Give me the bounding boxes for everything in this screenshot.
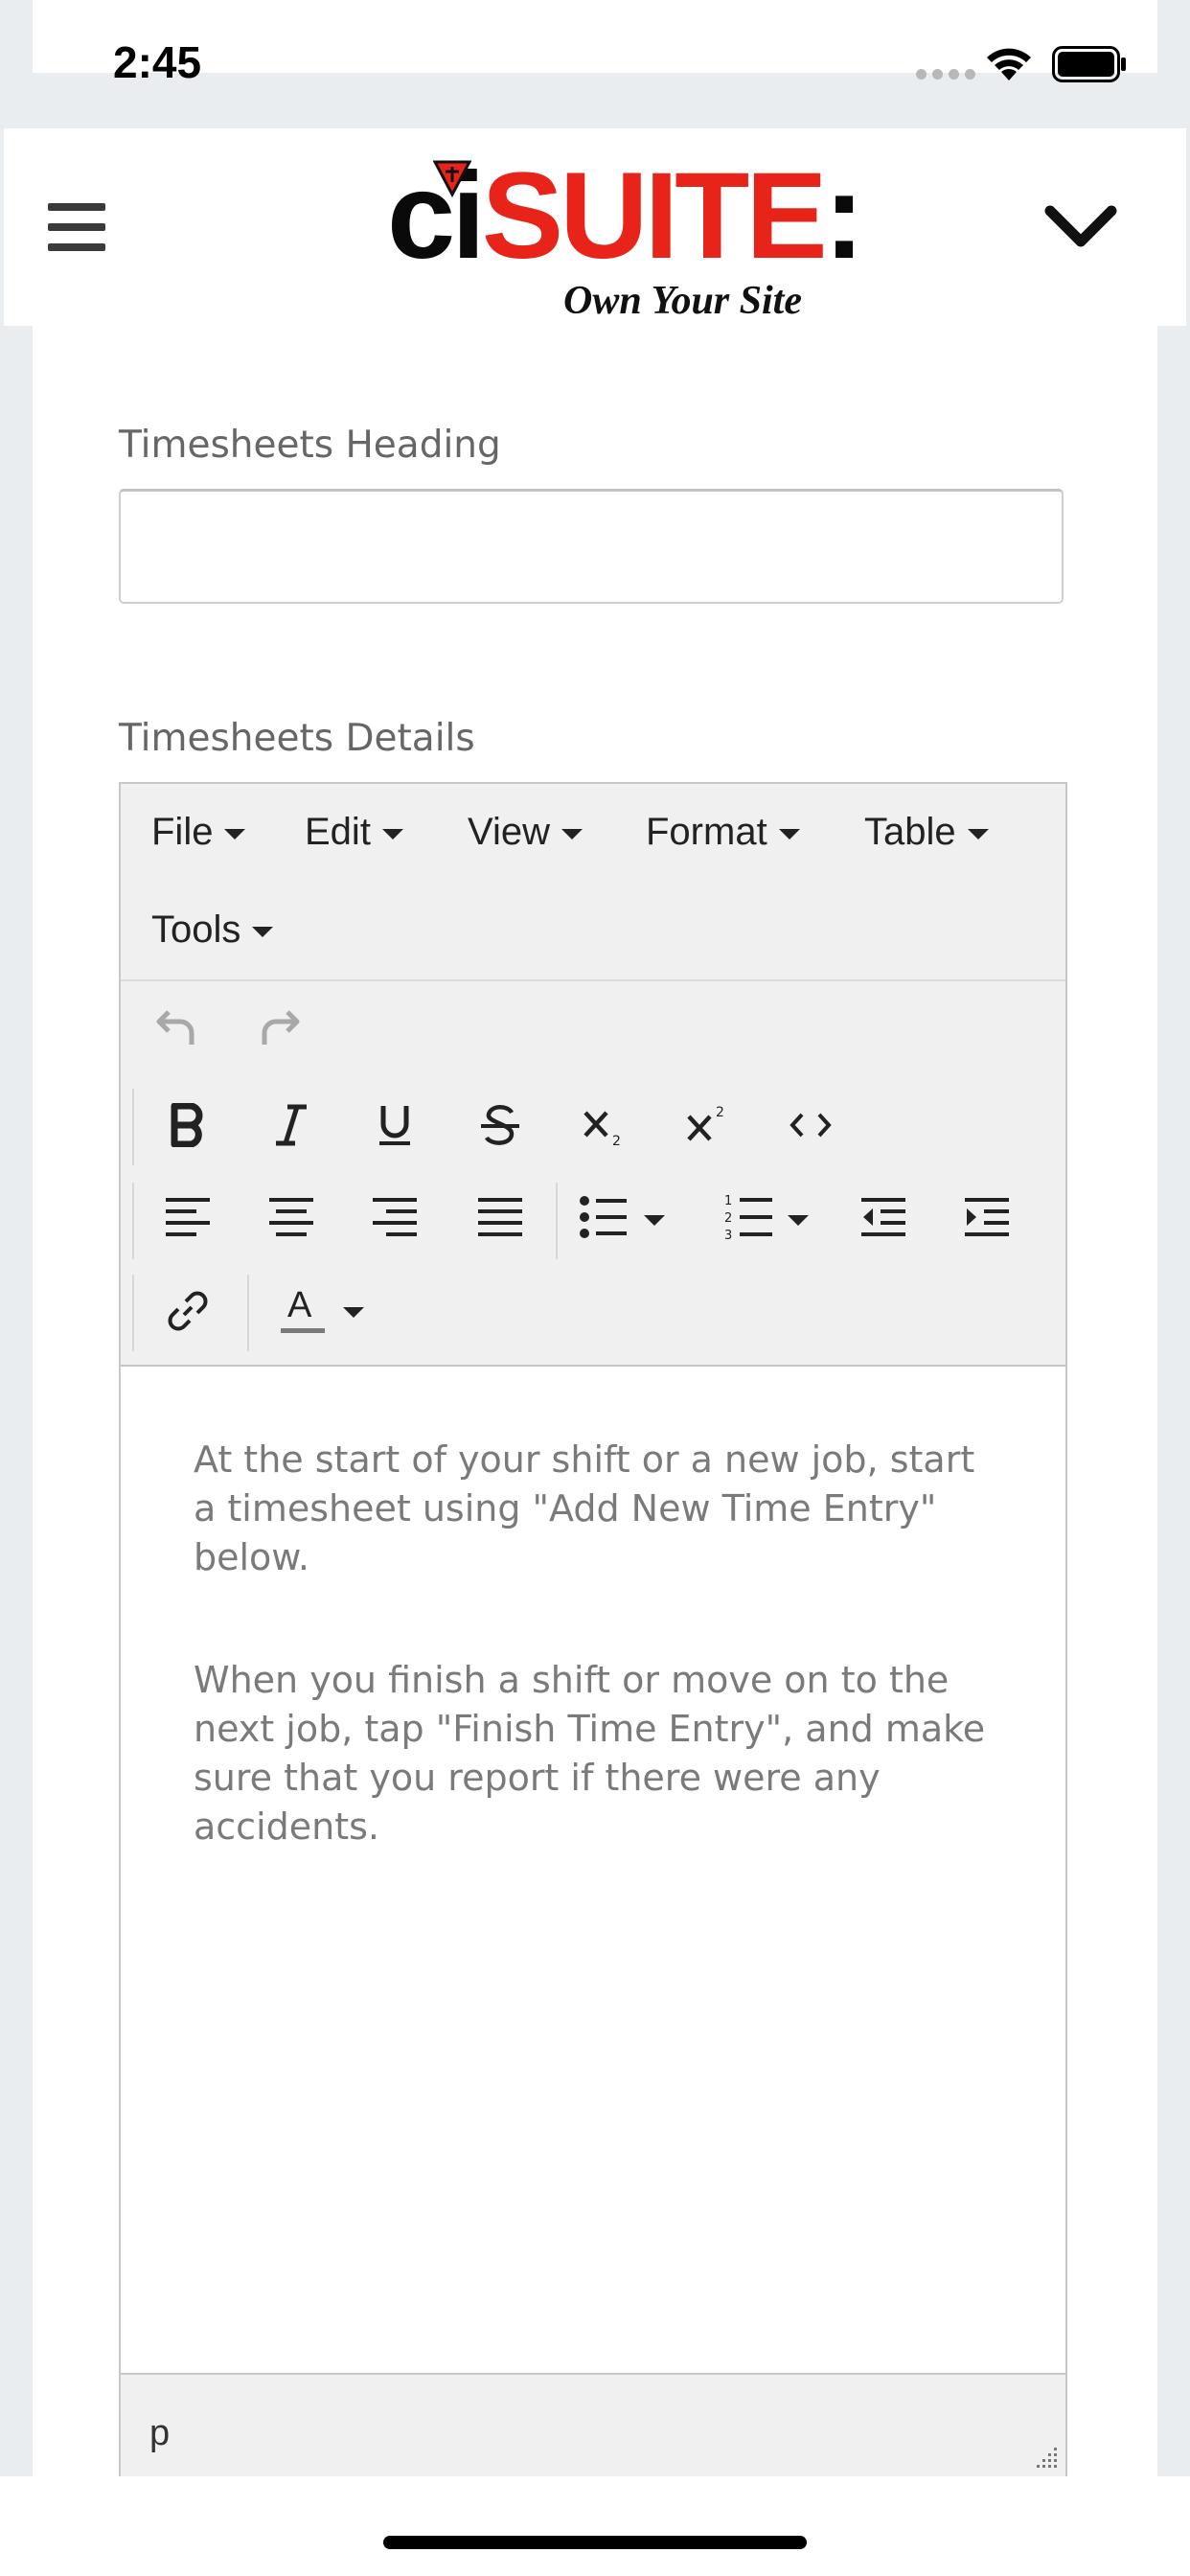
redo-icon	[262, 1010, 300, 1045]
logo-badge-icon	[433, 160, 471, 197]
menu-edit[interactable]: Edit	[305, 811, 403, 854]
status-time: 2:45	[113, 37, 202, 87]
indent-button[interactable]	[958, 1188, 1016, 1246]
align-right-button[interactable]	[366, 1188, 423, 1246]
align-left-button[interactable]	[159, 1188, 217, 1246]
numbered-list-dropdown[interactable]	[782, 1202, 814, 1234]
toolbar-separator	[132, 1089, 134, 1165]
form-card: Timesheets Heading Timesheets Details Fi…	[33, 326, 1157, 2478]
undo-icon	[156, 1010, 195, 1045]
align-justify-icon	[478, 1198, 522, 1236]
resize-handle-icon[interactable]	[1031, 2444, 1060, 2472]
wifi-icon	[987, 48, 1031, 80]
svg-text:2: 2	[716, 1105, 724, 1120]
rich-text-editor: File Edit View Format Table Tools 2 2 1 …	[119, 782, 1067, 2478]
bottom-safe-area	[0, 2476, 1190, 2576]
insert-link-button[interactable]	[159, 1282, 217, 1340]
subscript-button[interactable]: 2	[575, 1096, 632, 1154]
bullet-list-icon	[580, 1196, 627, 1238]
menu-file[interactable]: File	[151, 811, 246, 854]
editor-toolbar: 2 2 1 2 3 A	[121, 981, 1065, 1367]
timesheets-heading-input[interactable]	[119, 489, 1064, 604]
timesheets-heading-label: Timesheets Heading	[119, 424, 501, 467]
content-paragraph: When you finish a shift or move on to th…	[194, 1659, 986, 1848]
text-color-icon: A	[281, 1285, 325, 1333]
logo-tagline: Own Your Site	[563, 279, 802, 323]
superscript-button[interactable]: 2	[678, 1096, 736, 1154]
battery-icon	[1052, 46, 1126, 82]
svg-text:2: 2	[724, 1211, 732, 1226]
numbered-list-icon: 1 2 3	[724, 1194, 772, 1241]
svg-text:2: 2	[612, 1134, 621, 1147]
menu-format[interactable]: Format	[646, 811, 800, 854]
editor-content[interactable]: At the start of your shift or a new job,…	[121, 1367, 1065, 2373]
menu-tools[interactable]: Tools	[151, 908, 274, 952]
strikethrough-button[interactable]	[471, 1096, 529, 1154]
editor-menubar: File Edit View Format Table Tools	[121, 784, 1065, 981]
caret-down-icon	[381, 829, 403, 840]
svg-text:1: 1	[724, 1194, 732, 1208]
bullet-list-button[interactable]	[575, 1188, 632, 1246]
text-color-button[interactable]: A	[274, 1278, 332, 1342]
caret-down-icon	[224, 829, 246, 840]
timesheets-details-label: Timesheets Details	[119, 717, 475, 760]
indent-icon	[965, 1198, 1009, 1236]
toolbar-separator	[132, 1183, 134, 1259]
align-left-icon	[166, 1198, 210, 1236]
content-paragraph: At the start of your shift or a new job,…	[194, 1438, 975, 1578]
caret-down-icon	[778, 829, 800, 840]
svg-text:3: 3	[724, 1229, 732, 1241]
code-icon	[790, 1113, 832, 1138]
superscript-icon: 2	[687, 1105, 724, 1141]
align-center-button[interactable]	[263, 1188, 320, 1246]
code-button[interactable]	[782, 1096, 839, 1154]
subscript-icon: 2	[584, 1111, 621, 1147]
menu-view[interactable]: View	[468, 811, 583, 854]
bold-icon	[171, 1103, 203, 1147]
redo-button[interactable]	[253, 1000, 307, 1054]
bullet-list-dropdown[interactable]	[638, 1202, 671, 1234]
italic-icon	[276, 1104, 307, 1146]
underline-icon	[379, 1106, 410, 1145]
strikethrough-icon	[481, 1105, 519, 1145]
outdent-button[interactable]	[855, 1188, 912, 1246]
app-header: ciSUITE: Own Your Site	[4, 128, 1186, 326]
caret-down-icon	[343, 1306, 364, 1318]
numbered-list-button[interactable]: 1 2 3	[721, 1188, 778, 1246]
caret-down-icon	[967, 829, 989, 840]
menu-table[interactable]: Table	[864, 811, 989, 854]
bold-button[interactable]	[159, 1096, 217, 1154]
italic-button[interactable]	[263, 1096, 320, 1154]
status-bar: 2:45	[0, 0, 1190, 126]
home-indicator[interactable]	[383, 2536, 807, 2549]
align-justify-button[interactable]	[471, 1188, 529, 1246]
cellular-signal-icon	[916, 69, 975, 80]
text-color-dropdown[interactable]	[337, 1294, 370, 1326]
link-icon	[168, 1291, 208, 1331]
cisuite-logo[interactable]: ciSUITE: Own Your Site	[387, 155, 864, 324]
chevron-down-icon[interactable]	[1044, 203, 1117, 251]
toolbar-separator	[556, 1183, 558, 1259]
outdent-icon	[861, 1198, 905, 1236]
editor-statusbar: p	[121, 2373, 1065, 2478]
caret-down-icon	[561, 829, 583, 840]
align-right-icon	[373, 1198, 417, 1236]
element-path[interactable]: p	[149, 2413, 170, 2454]
svg-text:A: A	[287, 1285, 312, 1325]
toolbar-separator	[132, 1275, 134, 1351]
hamburger-menu-icon[interactable]	[48, 203, 105, 251]
caret-down-icon	[252, 927, 274, 937]
underline-button[interactable]	[366, 1096, 423, 1154]
toolbar-separator	[247, 1275, 249, 1351]
caret-down-icon	[644, 1214, 665, 1226]
align-center-icon	[269, 1198, 313, 1236]
undo-button[interactable]	[149, 1000, 203, 1054]
caret-down-icon	[788, 1214, 809, 1226]
